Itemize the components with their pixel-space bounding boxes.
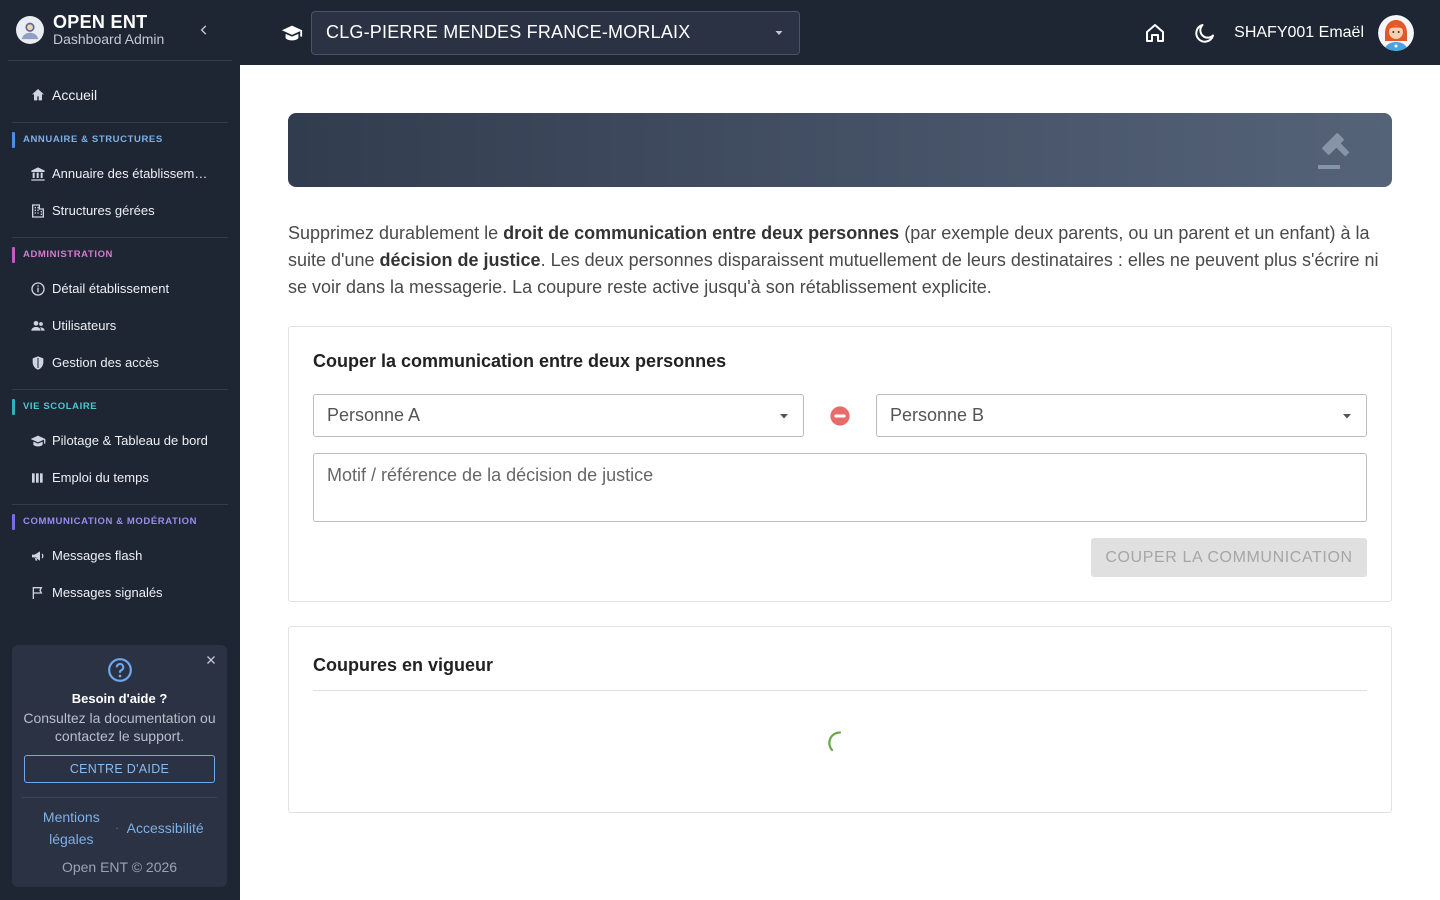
active-cuts-card: Coupures en vigueur xyxy=(288,626,1392,813)
help-panel: Besoin d'aide ? Consultez la documentati… xyxy=(12,645,227,887)
sidebar: OPEN ENT Dashboard Admin Accueil Annuair… xyxy=(0,0,240,900)
school-icon xyxy=(280,21,304,45)
no-entry-icon xyxy=(828,404,852,428)
main-content: Supprimez durablement le droit de commun… xyxy=(288,113,1392,813)
help-title: Besoin d'aide ? xyxy=(71,691,168,706)
school-icon xyxy=(30,433,46,449)
moon-icon xyxy=(1195,23,1215,43)
cut-communication-button[interactable]: COUPER LA COMMUNICATION xyxy=(1091,538,1367,577)
close-icon xyxy=(207,656,215,664)
bank-icon xyxy=(30,166,46,182)
brand-subtitle: Dashboard Admin xyxy=(53,30,165,47)
section-communication: Communication & modération xyxy=(12,513,228,531)
card-title: Couper la communication entre deux perso… xyxy=(313,351,727,371)
motif-textarea[interactable]: Motif / référence de la décision de just… xyxy=(313,453,1367,522)
sidebar-item-pilotage[interactable]: Pilotage & Tableau de bord xyxy=(12,422,228,459)
sidebar-item-utilisateurs[interactable]: Utilisateurs xyxy=(12,307,228,344)
section-administration: Administration xyxy=(12,246,228,264)
person-a-select[interactable]: Personne A xyxy=(313,394,804,437)
sidebar-item-messages-signales[interactable]: Messages signalés xyxy=(12,574,228,611)
sidebar-item-emploi-du-temps[interactable]: Emploi du temps xyxy=(12,459,228,496)
sidebar-item-messages-flash[interactable]: Messages flash xyxy=(12,537,228,574)
megaphone-icon xyxy=(30,548,46,564)
home-icon xyxy=(30,87,46,103)
sidebar-item-detail[interactable]: Détail établissement xyxy=(12,270,228,307)
help-center-button[interactable]: CENTRE D'AIDE xyxy=(24,755,215,783)
sidebar-nav: Accueil Annuaire & structures Annuaire d… xyxy=(0,76,240,611)
chevron-left-icon xyxy=(200,25,207,35)
active-cuts-title: Coupures en vigueur xyxy=(313,655,1367,691)
section-vie-scolaire: Vie scolaire xyxy=(12,398,228,416)
chevron-down-icon xyxy=(780,413,788,418)
theme-toggle-button[interactable] xyxy=(1192,20,1218,46)
brand-logo xyxy=(16,16,44,44)
help-text: Consultez la documentation ou contactez … xyxy=(23,710,216,744)
users-icon xyxy=(30,318,46,334)
info-icon xyxy=(30,281,46,297)
chevron-down-icon xyxy=(775,30,783,35)
columns-icon xyxy=(30,470,46,486)
gavel-icon xyxy=(1310,127,1358,175)
intro-text: Supprimez durablement le droit de commun… xyxy=(288,223,1379,297)
page-banner xyxy=(288,113,1392,187)
help-circle-icon xyxy=(107,657,133,683)
collapse-sidebar-button[interactable] xyxy=(192,18,216,42)
legal-link[interactable]: Mentions légales xyxy=(35,806,107,850)
loading-spinner-icon xyxy=(827,730,853,756)
help-close-button[interactable] xyxy=(204,653,218,667)
sidebar-item-acces[interactable]: Gestion des accès xyxy=(12,344,228,381)
user-avatar[interactable] xyxy=(1378,14,1414,51)
brand-title: OPEN ENT xyxy=(53,11,148,32)
brand: OPEN ENT Dashboard Admin xyxy=(8,0,232,61)
home-button[interactable] xyxy=(1142,20,1168,46)
section-annuaire: Annuaire & structures xyxy=(12,131,228,149)
sidebar-item-structures[interactable]: Structures gérées xyxy=(12,192,228,229)
copyright: Open ENT © 2026 xyxy=(61,859,178,875)
flag-icon xyxy=(30,585,46,601)
etablissement-value: CLG-PIERRE MENDES FRANCE-MORLAIX xyxy=(326,22,691,42)
sidebar-item-annuaire[interactable]: Annuaire des établissements xyxy=(12,155,228,192)
accessibility-link[interactable]: Accessibilité xyxy=(127,817,204,839)
shield-icon xyxy=(30,355,46,371)
building-icon xyxy=(30,203,46,219)
sidebar-item-accueil[interactable]: Accueil xyxy=(12,76,228,114)
topbar: CLG-PIERRE MENDES FRANCE-MORLAIX SHAFY00… xyxy=(240,0,1440,65)
chevron-down-icon xyxy=(1343,413,1351,418)
etablissement-select[interactable]: CLG-PIERRE MENDES FRANCE-MORLAIX xyxy=(311,10,800,55)
username[interactable]: SHAFY001 Emaël xyxy=(1234,24,1364,42)
home-icon xyxy=(1146,23,1165,42)
cut-communication-card: Couper la communication entre deux perso… xyxy=(288,326,1392,602)
person-b-select[interactable]: Personne B xyxy=(876,394,1367,437)
